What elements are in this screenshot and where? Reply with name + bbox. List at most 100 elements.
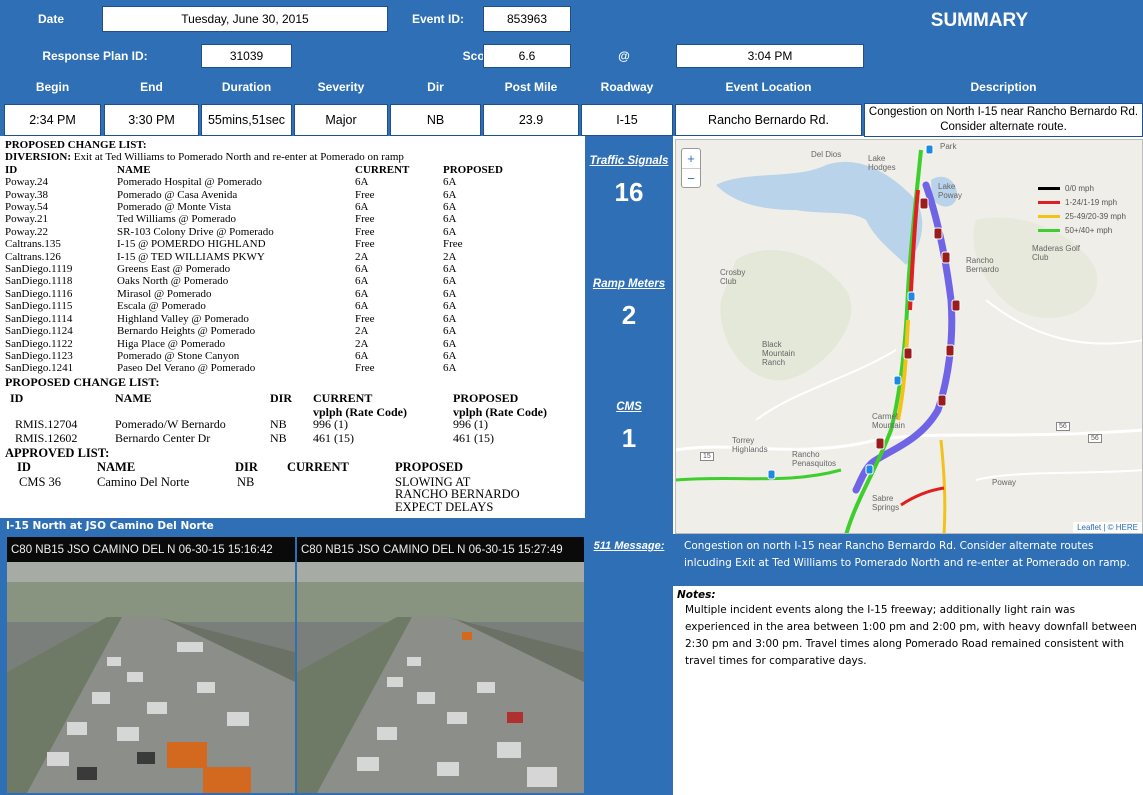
cms-proposed-message: SLOWING AT RANCHO BERNARDO EXPECT DELAYS	[395, 475, 520, 514]
signal-id: SanDiego.1115	[5, 300, 73, 313]
place-label: Carmel Mountain	[872, 412, 905, 430]
zoom-out-button[interactable]: −	[682, 169, 700, 188]
cms-col-id: ID	[17, 459, 31, 474]
traffic-signals-count: 16	[614, 177, 644, 207]
legend-swatch	[1038, 215, 1060, 219]
legend-swatch	[1038, 229, 1060, 233]
signal-proposed: 6A	[443, 300, 457, 313]
signal-id: Poway.24	[5, 176, 48, 189]
signal-name: Oaks North @ Pomerado	[117, 275, 229, 288]
signal-name: Pomerado @ Monte Vista	[117, 201, 232, 214]
signal-row: Caltrans.135 I-15 @ POMERDO HIGHLAND Free F…	[5, 238, 583, 250]
legend-item: 0/0 mph	[1038, 182, 1142, 196]
place-label: Del Dios	[811, 150, 842, 159]
signal-proposed: 6A	[443, 275, 457, 288]
ramp-col-id: ID	[10, 391, 24, 405]
diversion-line: DIVERSION: Exit at Ted Williams to Pomer…	[5, 151, 583, 163]
cms-col-name: NAME	[97, 459, 136, 474]
place-label: Lake Hodges	[868, 154, 896, 172]
cms-plan-header: ID NAME DIR CURRENT PROPOSED	[5, 460, 583, 475]
signal-current: Free	[355, 312, 375, 325]
signal-proposed: 2A	[443, 250, 457, 263]
signal-id: SanDiego.1119	[5, 263, 73, 276]
message-text: Congestion on north I-15 near Rancho Ber…	[684, 540, 1130, 569]
traffic-signals-link[interactable]: Traffic Signals	[585, 155, 673, 167]
summary-title: SUMMARY	[930, 10, 1029, 31]
date-field: Tuesday, June 30, 2015	[102, 6, 388, 32]
ramp-name: Pomerado/W Bernardo	[115, 417, 226, 431]
signal-id: SanDiego.1116	[5, 287, 73, 300]
ramp-col-proposed: PROPOSED	[453, 391, 519, 405]
signal-proposed: 6A	[443, 213, 457, 226]
camera-feed-2[interactable]: C80 NB15 JSO CAMINO DEL N 06-30-15 15:27…	[297, 537, 584, 793]
signal-id: SanDiego.1124	[5, 325, 73, 338]
signal-current: Free	[355, 238, 375, 251]
signal-id: Caltrans.135	[5, 238, 61, 251]
place-label: Torrey Highlands	[732, 436, 768, 454]
camera-feed-1[interactable]: C80 NB15 JSO CAMINO DEL N 06-30-15 15:16…	[7, 537, 295, 793]
legend-item: 25-49/20-39 mph	[1038, 210, 1142, 224]
signal-row: SanDiego.1124 Bernardo Heights @ Pomerado…	[5, 325, 583, 337]
legend-label: 1-24/1-19 mph	[1065, 198, 1118, 207]
legend-label: 25-49/20-39 mph	[1065, 212, 1126, 221]
signal-proposed: 6A	[443, 287, 457, 300]
signal-id: SanDiego.1118	[5, 275, 73, 288]
cell-severity: Major	[294, 104, 388, 136]
signal-id: Poway.54	[5, 201, 48, 214]
notes-text: Multiple incident events along the I-15 …	[685, 604, 1137, 667]
signal-id: SanDiego.1241	[5, 362, 74, 375]
signal-row: SanDiego.1123 Pomerado @ Stone Canyon 6A 6A	[5, 350, 583, 362]
cms-proposed-line: EXPECT DELAYS	[395, 499, 494, 514]
signal-proposed: 6A	[443, 176, 457, 189]
ramp-col-name: NAME	[115, 391, 152, 405]
cell-roadway: I-15	[581, 104, 673, 136]
notes-label: Notes:	[677, 589, 716, 601]
place-label: Rancho Bernardo	[966, 256, 999, 274]
signal-id: SanDiego.1114	[5, 312, 73, 325]
ramp-plan: PROPOSED CHANGE LIST: ID NAME DIR CURREN…	[5, 375, 583, 455]
cms-plan-title: APPROVED LIST:	[5, 446, 110, 460]
diversion-label: DIVERSION:	[5, 151, 72, 164]
col-duration: Duration	[221, 80, 272, 94]
map-attribution[interactable]: Leaflet | © HERE	[1073, 522, 1142, 533]
score-field: 6.6	[483, 44, 571, 68]
signal-row: Caltrans.126 I-15 @ TED WILLIAMS PKWY 2A 2A	[5, 251, 583, 263]
ramp-meters-link[interactable]: Ramp Meters	[585, 278, 673, 290]
cell-end: 3:30 PM	[104, 104, 199, 136]
signal-proposed: 6A	[443, 201, 457, 214]
at-label: @	[618, 49, 630, 63]
signal-row: SanDiego.1122 Higa Place @ Pomerado 2A 6A	[5, 338, 583, 350]
signal-row: SanDiego.1241 Paseo Del Verano @ Pomerado…	[5, 362, 583, 374]
signal-id: Poway.22	[5, 225, 48, 238]
cms-col-proposed: PROPOSED	[395, 459, 464, 474]
place-label: Black Mountain Ranch	[762, 340, 795, 367]
signal-name: Paseo Del Verano @ Pomerado	[117, 362, 256, 375]
signal-row: Poway.22 SR-103 Colony Drive @ Pomerado Fr…	[5, 226, 583, 238]
col-dir: Dir	[427, 80, 444, 94]
signal-name: Pomerado @ Stone Canyon	[117, 349, 240, 362]
signal-id: Poway.21	[5, 213, 48, 226]
signal-current: Free	[355, 213, 375, 226]
signal-plan-title: PROPOSED CHANGE LIST:	[5, 139, 147, 151]
signal-name: Mirasol @ Pomerado	[117, 287, 212, 300]
signal-current: Free	[355, 225, 375, 238]
signal-name: SR-103 Colony Drive @ Pomerado	[117, 225, 274, 238]
route-56-speed	[676, 468, 842, 482]
cms-link[interactable]: CMS	[585, 401, 673, 413]
legend-label: 50+/40+ mph	[1065, 226, 1113, 235]
signal-id: Poway.38	[5, 188, 48, 201]
col-severity: Severity	[317, 80, 365, 94]
zoom-in-button[interactable]: +	[682, 149, 700, 169]
place-label: Park	[940, 142, 957, 151]
ramp-plan-title: PROPOSED CHANGE LIST:	[5, 375, 160, 389]
event-id-label: Event ID:	[411, 12, 464, 26]
col-roadway: Roadway	[600, 80, 654, 94]
signal-proposed: Free	[443, 238, 463, 251]
traffic-map[interactable]: + − 0/0 mph 1-24/1-19 mph 25-49/20-39 mp…	[675, 139, 1143, 534]
signal-plan-header: ID NAME CURRENT PROPOSED	[5, 164, 583, 176]
cms-cell-dir: NB	[237, 474, 255, 489]
signal-row: Poway.24 Pomerado Hospital @ Pomerado 6A 6A	[5, 176, 583, 188]
cell-begin: 2:34 PM	[4, 104, 101, 136]
message-label[interactable]: 511 Message:	[585, 540, 673, 552]
place-label: Poway	[992, 478, 1017, 487]
